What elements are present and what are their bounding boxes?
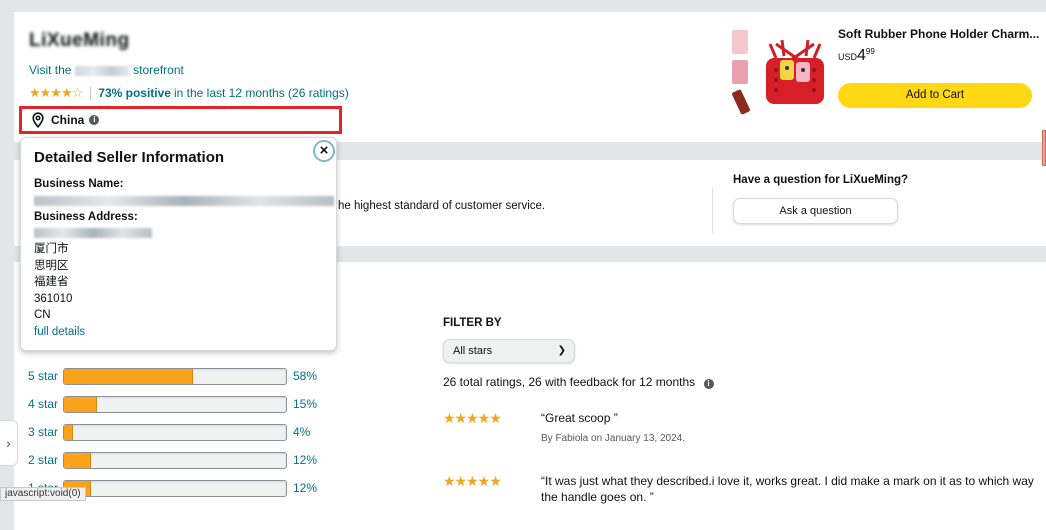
storefront-link-prefix: Visit the [29, 63, 72, 77]
address-line: CN [34, 309, 51, 321]
question-heading: Have a question for LiXueMing? [733, 174, 909, 186]
popover-body: Business Name: Business Address: 厦门市 思明区… [34, 176, 334, 340]
filter-title: FILTER BY [443, 317, 502, 329]
rating-bar [63, 396, 287, 413]
rating-label: 3 star [28, 425, 59, 439]
rating-percent: 12% [293, 453, 318, 467]
rating-label: 2 star [28, 453, 59, 467]
business-name-label: Business Name: [34, 178, 124, 190]
seller-location-highlight[interactable]: China i [19, 106, 342, 134]
rating-bar [63, 452, 287, 469]
rating-row-2[interactable]: 2 star 12% [28, 452, 328, 470]
review-text: “Great scoop ” [541, 411, 618, 425]
blurred-street-address [34, 228, 152, 238]
business-address-label: Business Address: [34, 210, 138, 223]
product-thumbnails [731, 30, 754, 120]
rating-percent: 4% [293, 425, 311, 439]
address-line: 361010 [34, 292, 73, 305]
seller-location: China [51, 113, 85, 127]
product-image[interactable] [762, 36, 828, 106]
storefront-link-suffix: storefront [133, 63, 184, 77]
add-to-cart-button[interactable]: Add to Cart [838, 83, 1032, 108]
chevron-down-icon: ❯ [557, 345, 566, 356]
rating-label: 5 star [28, 369, 59, 383]
close-icon[interactable]: × [313, 140, 335, 162]
price-whole: 4 [857, 47, 866, 64]
section-divider [712, 187, 713, 233]
info-icon[interactable]: i [89, 115, 100, 125]
blurred-business-name [34, 195, 334, 206]
seller-name: LiXueMing [29, 30, 130, 51]
review-stars: ★★★★★ [443, 410, 502, 426]
filter-selected-value: All stars [453, 345, 493, 357]
product-thumbnail[interactable] [732, 30, 748, 54]
address-line: 福建省 [34, 276, 69, 288]
location-pin-icon [32, 112, 44, 128]
rating-label: 4 star [28, 397, 59, 411]
star-filter-dropdown[interactable]: All stars ❯ [443, 339, 575, 363]
product-thumbnail[interactable] [731, 89, 751, 115]
review-text: “It was just what they described.i love … [541, 474, 1034, 504]
ask-question-button[interactable]: Ask a question [733, 198, 898, 224]
seller-rating-line: ★★★★☆ 73% positive in the last 12 months… [29, 85, 349, 101]
rating-divider [90, 86, 92, 100]
storefront-link[interactable]: Visit the storefront [29, 63, 184, 77]
rating-bar-fill [64, 369, 193, 384]
left-arrow-icon[interactable]: › [0, 420, 18, 466]
rating-bar [63, 368, 287, 385]
seller-info-popover: Detailed Seller Information × Business N… [20, 137, 337, 351]
rating-row-4[interactable]: 4 star 15% [28, 396, 328, 414]
product-title[interactable]: Soft Rubber Phone Holder Charm... [838, 27, 1039, 41]
total-ratings-text: 26 total ratings, 26 with feedback for 1… [443, 375, 696, 389]
blurred-seller-name [74, 65, 130, 76]
popover-title: Detailed Seller Information [34, 149, 225, 166]
rating-bar [63, 480, 287, 497]
product-thumbnail[interactable] [732, 60, 748, 84]
full-details-link[interactable]: full details [34, 324, 334, 341]
status-bar-url: javascript:void(0) [0, 487, 86, 501]
total-ratings-line: 26 total ratings, 26 with feedback for 1… [443, 375, 714, 389]
rating-bar-fill [64, 453, 91, 468]
rating-row-5[interactable]: 5 star 58% [28, 368, 328, 386]
positive-percentage-link[interactable]: 73% positive [98, 86, 171, 100]
rating-bar-fill [64, 425, 73, 440]
rating-row-3[interactable]: 3 star 4% [28, 424, 328, 442]
rating-percent: 12% [293, 481, 318, 495]
rating-period-text[interactable]: in the last 12 months (26 ratings) [174, 86, 349, 100]
seller-star-rating: ★★★★☆ [29, 85, 83, 100]
address-line: 思明区 [34, 259, 69, 272]
rating-percent: 15% [293, 397, 318, 411]
rating-percent: 58% [293, 369, 318, 383]
review-byline: By Fabiola on January 13, 2024. [541, 433, 685, 444]
rating-bar [63, 424, 287, 441]
side-tab[interactable] [1042, 130, 1046, 166]
product-price: USD499 [838, 47, 875, 65]
address-line: 厦门市 [34, 243, 69, 255]
rating-bar-fill [64, 397, 98, 412]
seller-about-text: he highest standard of customer service. [338, 200, 546, 212]
info-icon[interactable]: i [703, 379, 714, 389]
price-currency: USD [838, 52, 858, 62]
review-stars: ★★★★★ [443, 473, 502, 489]
price-fraction: 99 [865, 47, 875, 56]
